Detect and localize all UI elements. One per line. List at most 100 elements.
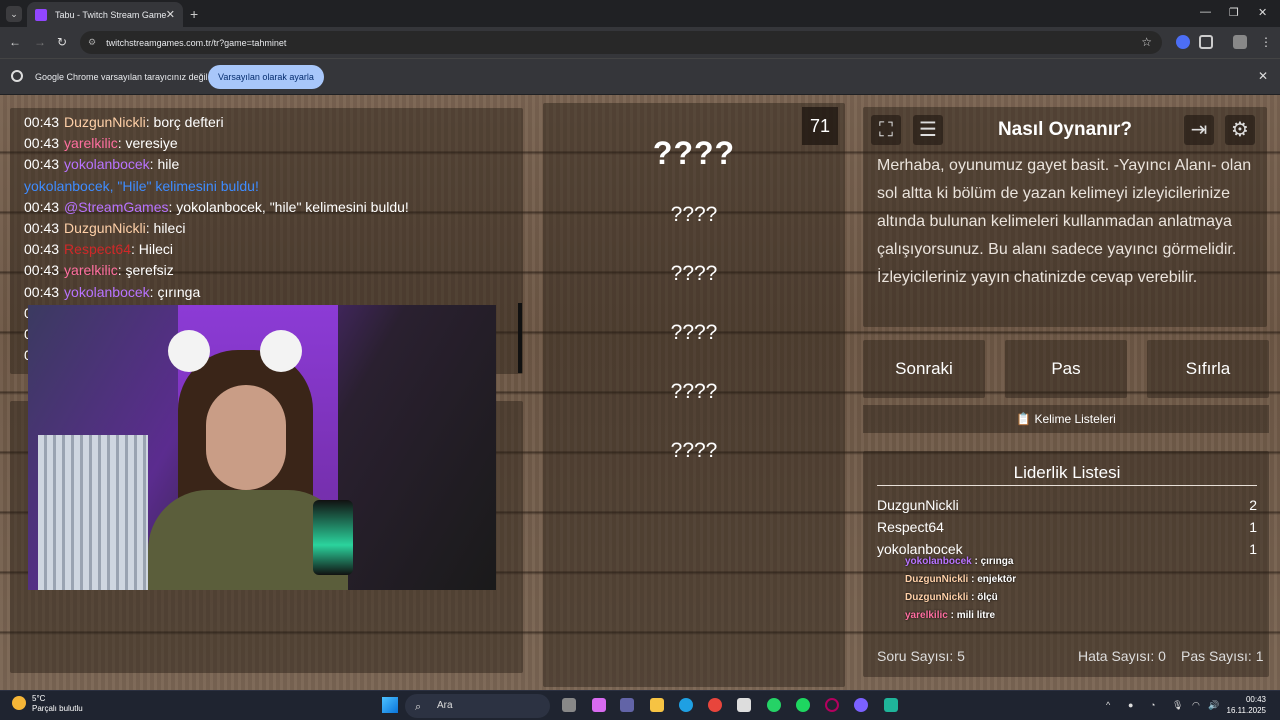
wifi-icon[interactable]: ◠ bbox=[1192, 700, 1200, 711]
chat-username[interactable]: Respect64 bbox=[64, 241, 131, 257]
extension-icon[interactable] bbox=[1176, 35, 1190, 49]
app-icon[interactable] bbox=[854, 698, 868, 712]
tray-chevron-icon[interactable]: ^ bbox=[1106, 700, 1110, 710]
chat-message: 00:43 yokolanbocek: çırınga bbox=[24, 282, 509, 303]
profile-avatar[interactable] bbox=[1233, 35, 1247, 49]
word-lists-button[interactable]: 📋 Kelime Listeleri bbox=[863, 405, 1269, 433]
windows-start-icon[interactable] bbox=[382, 697, 398, 713]
window-close-icon[interactable]: ✕ bbox=[1258, 6, 1267, 19]
ear-pom-left bbox=[168, 330, 210, 372]
site-info-icon[interactable]: ⚙ bbox=[88, 37, 96, 48]
twitch-favicon-icon bbox=[35, 8, 47, 21]
close-tab-icon[interactable]: ✕ bbox=[166, 8, 175, 21]
browser-tab[interactable]: Tabu - Twitch Stream Games ✕ bbox=[27, 2, 183, 27]
chat-message: yokolanbocek, "Hile" kelimesini buldu! bbox=[24, 176, 509, 197]
infobar-message: Google Chrome varsayılan tarayıcınız değ… bbox=[35, 72, 208, 82]
browser-toolbar: ← → ↻ ⚙ twitchstreamgames.com.tr/tr?game… bbox=[0, 27, 1280, 58]
forward-icon[interactable]: → bbox=[34, 35, 46, 49]
leaderboard-title: Liderlik Listesi bbox=[1013, 463, 1121, 482]
error-count: Hata Sayısı: 0 bbox=[1078, 648, 1166, 664]
chat-message: 00:43 DuzgunNickli: borç defteri bbox=[24, 112, 509, 133]
restore-icon[interactable]: ❐ bbox=[1229, 6, 1239, 19]
chat-text: : şerefsiz bbox=[117, 262, 174, 279]
teams-icon[interactable] bbox=[620, 698, 634, 712]
chat-timestamp: 00:43 bbox=[24, 135, 60, 152]
weather-widget[interactable]: 5°C Parçalı bulutlu bbox=[12, 694, 83, 714]
chat-text: : Hileci bbox=[130, 241, 173, 258]
tab-strip: ⌄ Tabu - Twitch Stream Games ✕ + — ❐ ✕ bbox=[0, 0, 1280, 27]
overlay-chat: yokolanbocek : çırınga DuzgunNickli : enj… bbox=[905, 553, 1016, 625]
volume-icon[interactable]: 🔊 bbox=[1208, 700, 1219, 711]
tray-app-icon[interactable]: ● bbox=[1128, 700, 1133, 710]
chat-username[interactable]: DuzgunNickli bbox=[64, 114, 146, 130]
overlay-chat-line: yokolanbocek : çırınga bbox=[905, 553, 1016, 571]
chat-username[interactable]: yokolanbocek, "Hile" kelimesini buldu! bbox=[24, 178, 259, 194]
address-bar[interactable]: ⚙ twitchstreamgames.com.tr/tr?game=tahmi… bbox=[80, 31, 1162, 54]
chat-username[interactable]: yarelkilic bbox=[64, 135, 118, 151]
pass-button[interactable]: Pas bbox=[1005, 340, 1127, 398]
next-button[interactable]: Sonraki bbox=[863, 340, 985, 398]
chat-message: 00:43 Respect64: Hileci bbox=[24, 239, 509, 260]
overlay-username: yarelkilic bbox=[905, 610, 948, 621]
url-text: twitchstreamgames.com.tr/tr?game=tahmine… bbox=[106, 37, 287, 48]
chat-timestamp: 00:43 bbox=[24, 156, 60, 173]
clock[interactable]: 00:43 16.11.2025 bbox=[1227, 694, 1266, 716]
whatsapp-icon[interactable] bbox=[767, 698, 781, 712]
menu-kebab-icon[interactable]: ⋮ bbox=[1260, 35, 1272, 49]
set-default-button[interactable]: Varsayılan olarak ayarla bbox=[208, 65, 324, 89]
chat-username[interactable]: yokolanbocek bbox=[64, 156, 150, 172]
task-view-icon[interactable] bbox=[562, 698, 576, 712]
player-score: 2 bbox=[1249, 497, 1257, 513]
opera-icon[interactable] bbox=[825, 698, 839, 712]
player-name: DuzgunNickli bbox=[877, 497, 959, 513]
overlay-username: yokolanbocek bbox=[905, 556, 972, 567]
edge-icon[interactable] bbox=[679, 698, 693, 712]
chat-timestamp: 00:43 bbox=[24, 262, 60, 279]
word-card: ???? ???? ???? ???? ???? ???? bbox=[543, 103, 845, 687]
search-label: Ara bbox=[437, 700, 453, 711]
chrome-taskbar-icon[interactable] bbox=[708, 698, 722, 712]
temperature: 5°C bbox=[32, 694, 46, 703]
file-explorer-icon[interactable] bbox=[650, 698, 664, 712]
logout-icon[interactable]: ⇥ bbox=[1184, 115, 1214, 145]
chat-scrollbar[interactable] bbox=[518, 303, 522, 373]
spotify-icon[interactable] bbox=[796, 698, 810, 712]
taskbar-search[interactable]: ⌕ Ara bbox=[405, 694, 550, 718]
microphone-icon[interactable]: 🎙 bbox=[1172, 700, 1183, 711]
how-to-play-text: Merhaba, oyunumuz gayet basit. -Yayıncı … bbox=[877, 157, 1252, 286]
new-tab-icon[interactable]: + bbox=[190, 6, 198, 22]
back-icon[interactable]: ← bbox=[9, 35, 21, 49]
chat-timestamp: 00:43 bbox=[24, 114, 60, 130]
player-name: Respect64 bbox=[877, 519, 944, 535]
app-icon[interactable] bbox=[884, 698, 898, 712]
chat-username[interactable]: @StreamGames bbox=[64, 199, 168, 215]
overlay-text: : mili litre bbox=[947, 610, 996, 621]
overlay-username: DuzgunNickli bbox=[905, 592, 969, 603]
extensions-puzzle-icon[interactable] bbox=[1199, 35, 1213, 49]
overlay-chat-line: DuzgunNickli : enjektör bbox=[905, 571, 1016, 589]
store-icon[interactable] bbox=[737, 698, 751, 712]
streamer-face bbox=[206, 385, 286, 490]
chat-timestamp: 00:43 bbox=[24, 220, 60, 237]
bookmark-star-icon[interactable]: ☆ bbox=[1141, 35, 1152, 49]
chat-text: : yokolanbocek, "hile" kelimesini buldu! bbox=[168, 198, 409, 215]
reload-icon[interactable]: ↻ bbox=[57, 35, 67, 49]
chat-timestamp: 00:43 bbox=[24, 241, 60, 258]
chat-message: 00:43 yokolanbocek: hile bbox=[24, 154, 509, 175]
settings-gear-icon[interactable]: ⚙ bbox=[1225, 115, 1255, 145]
minimize-icon[interactable]: — bbox=[1200, 6, 1211, 18]
chat-message: 00:43 yarelkilic: şerefsiz bbox=[24, 260, 509, 281]
timer-counter: 71 bbox=[802, 107, 838, 145]
copilot-icon[interactable] bbox=[592, 698, 606, 712]
chat-username[interactable]: DuzgunNickli bbox=[64, 220, 146, 236]
chrome-icon bbox=[11, 70, 23, 82]
player-score: 1 bbox=[1249, 541, 1257, 557]
infobar-close-icon[interactable]: ✕ bbox=[1258, 69, 1268, 83]
tray-app-icon[interactable]: ◔ bbox=[1150, 700, 1155, 710]
reset-button[interactable]: Sıfırla bbox=[1147, 340, 1269, 398]
tab-search-chevron-icon[interactable]: ⌄ bbox=[6, 6, 22, 22]
chat-username[interactable]: yokolanbocek bbox=[64, 284, 150, 300]
rgb-lamp bbox=[313, 500, 353, 575]
taboo-word: ???? bbox=[670, 380, 718, 403]
chat-username[interactable]: yarelkilic bbox=[64, 262, 118, 278]
